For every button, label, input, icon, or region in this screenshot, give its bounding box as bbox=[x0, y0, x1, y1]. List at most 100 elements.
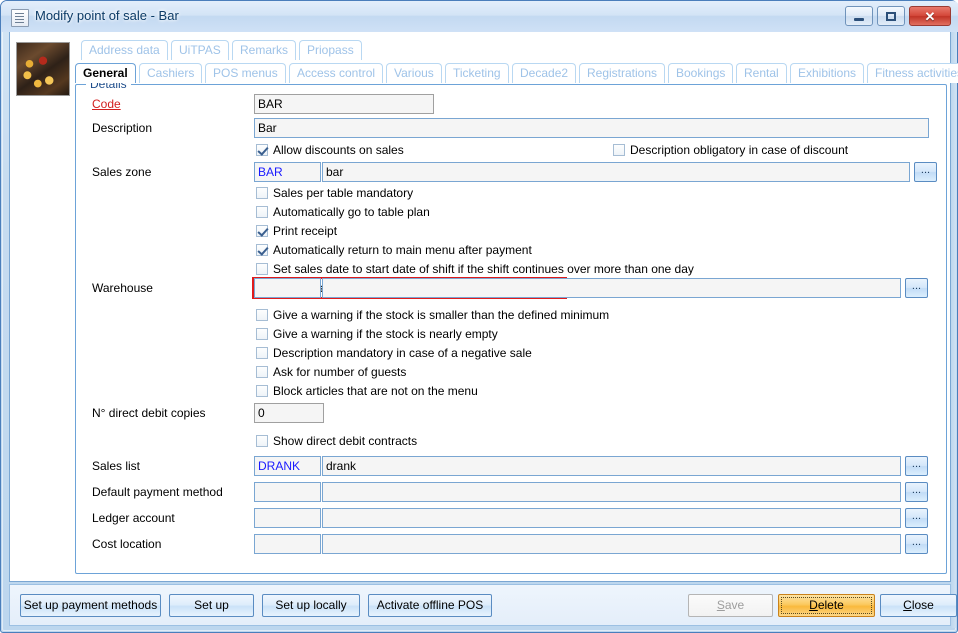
option-checkbox-0[interactable]: Sales per table mandatory bbox=[256, 186, 413, 200]
close-label: Close bbox=[903, 598, 934, 612]
code-label: Code bbox=[92, 97, 121, 111]
tab-address-data[interactable]: Address data bbox=[81, 40, 168, 60]
option-checkbox-1[interactable]: Automatically go to table plan bbox=[256, 205, 430, 219]
description-obligatory-checkbox[interactable]: Description obligatory in case of discou… bbox=[613, 143, 848, 157]
sales-list-browse-button[interactable]: ... bbox=[905, 456, 928, 476]
default-payment-method-code-input[interactable] bbox=[254, 482, 321, 502]
footer-button-set-up-payment-methods[interactable]: Set up payment methods bbox=[20, 594, 161, 617]
option-label: Print receipt bbox=[273, 224, 337, 238]
tab-cashiers[interactable]: Cashiers bbox=[139, 63, 202, 83]
checkbox-box bbox=[256, 187, 268, 199]
tab-label: Ticketing bbox=[453, 66, 501, 80]
ledger-account-label: Ledger account bbox=[92, 511, 175, 525]
minimize-icon bbox=[846, 7, 872, 25]
tab-row-primary: General Cashiers POS menus Access control Va… bbox=[75, 63, 947, 84]
sales-list-code-input[interactable]: DRANK bbox=[254, 456, 321, 476]
direct-debit-copies-input[interactable]: 0 bbox=[254, 403, 324, 423]
option-checkbox-3[interactable]: Automatically return to main menu after … bbox=[256, 243, 532, 257]
option-checkbox-4[interactable]: Set sales date to start date of shift if… bbox=[256, 262, 694, 276]
sales-zone-browse-button[interactable]: ... bbox=[914, 162, 937, 182]
option-checkbox-0[interactable]: Give a warning if the stock is smaller t… bbox=[256, 308, 609, 322]
option-label: Ask for number of guests bbox=[273, 365, 406, 379]
checkbox-box bbox=[256, 347, 268, 359]
tab-bookings[interactable]: Bookings bbox=[668, 63, 733, 83]
client-area: Address data UiTPAS Remarks Priopass Genera… bbox=[9, 32, 951, 582]
tab-label: POS menus bbox=[213, 66, 278, 80]
warehouse-browse-button[interactable]: ... bbox=[905, 278, 928, 298]
cost-location-name-input[interactable] bbox=[322, 534, 901, 554]
point-of-sale-thumbnail bbox=[16, 42, 70, 96]
tab-access-control[interactable]: Access control bbox=[289, 63, 383, 83]
option-checkbox-3[interactable]: Ask for number of guests bbox=[256, 365, 406, 379]
maximize-icon bbox=[878, 7, 904, 25]
close-window-button[interactable]: ✕ bbox=[909, 6, 951, 26]
default-payment-method-label: Default payment method bbox=[92, 485, 223, 499]
tab-label: Remarks bbox=[240, 43, 288, 57]
option-checkbox-2[interactable]: Description mandatory in case of a negat… bbox=[256, 346, 532, 360]
tab-fitness-activities[interactable]: Fitness activities bbox=[867, 63, 958, 83]
option-label: Set sales date to start date of shift if… bbox=[273, 262, 694, 276]
tab-label: Exhibitions bbox=[798, 66, 856, 80]
option-checkbox-4[interactable]: Block articles that are not on the menu bbox=[256, 384, 478, 398]
tab-uitpas[interactable]: UiTPAS bbox=[171, 40, 229, 60]
minimize-button[interactable] bbox=[845, 6, 873, 26]
show-direct-debit-label: Show direct debit contracts bbox=[273, 434, 417, 448]
window-title: Modify point of sale - Bar bbox=[35, 8, 179, 23]
default-payment-method-name-input[interactable] bbox=[322, 482, 901, 502]
cost-location-browse-button[interactable]: ... bbox=[905, 534, 928, 554]
ledger-account-browse-button[interactable]: ... bbox=[905, 508, 928, 528]
cost-location-label: Cost location bbox=[92, 537, 161, 551]
tab-remarks[interactable]: Remarks bbox=[232, 40, 296, 60]
cost-location-code-input[interactable] bbox=[254, 534, 321, 554]
checkbox-box bbox=[256, 225, 268, 237]
description-input[interactable]: Bar bbox=[254, 118, 929, 138]
sales-zone-code-input[interactable]: BAR bbox=[254, 162, 321, 182]
default-payment-method-browse-button[interactable]: ... bbox=[905, 482, 928, 502]
document-icon bbox=[11, 9, 29, 27]
option-label: Automatically go to table plan bbox=[273, 205, 430, 219]
tab-strip: Address data UiTPAS Remarks Priopass Genera… bbox=[75, 40, 947, 84]
close-button[interactable]: Close bbox=[880, 594, 957, 617]
ledger-account-code-input[interactable] bbox=[254, 508, 321, 528]
footer-button-activate-offline-pos[interactable]: Activate offline POS bbox=[368, 594, 492, 617]
tab-label: Access control bbox=[297, 66, 375, 80]
details-groupbox: Details Code BAR Description Bar Allow d… bbox=[75, 84, 947, 574]
code-input[interactable]: BAR bbox=[254, 94, 434, 114]
footer-button-set-up[interactable]: Set up bbox=[169, 594, 254, 617]
ledger-account-name-input[interactable] bbox=[322, 508, 901, 528]
tab-label: General bbox=[83, 66, 128, 80]
option-label: Give a warning if the stock is nearly em… bbox=[273, 327, 498, 341]
tab-pos-menus[interactable]: POS menus bbox=[205, 63, 286, 83]
option-label: Sales per table mandatory bbox=[273, 186, 413, 200]
save-label: Save bbox=[717, 598, 744, 612]
allow-discounts-checkbox[interactable]: Allow discounts on sales bbox=[256, 143, 404, 157]
tab-decade2[interactable]: Decade2 bbox=[512, 63, 576, 83]
tab-priopass[interactable]: Priopass bbox=[299, 40, 362, 60]
sales-zone-label: Sales zone bbox=[92, 165, 151, 179]
sales-list-name-input[interactable]: drank bbox=[322, 456, 901, 476]
maximize-button[interactable] bbox=[877, 6, 905, 26]
tab-label: Address data bbox=[89, 43, 160, 57]
show-direct-debit-checkbox[interactable]: Show direct debit contracts bbox=[256, 434, 417, 448]
tab-various[interactable]: Various bbox=[386, 63, 442, 83]
option-checkbox-2[interactable]: Print receipt bbox=[256, 224, 337, 238]
tab-registrations[interactable]: Registrations bbox=[579, 63, 665, 83]
tab-label: Bookings bbox=[676, 66, 725, 80]
tab-label: Rental bbox=[744, 66, 779, 80]
sales-zone-name-input[interactable]: bar bbox=[322, 162, 910, 182]
warehouse-name-input[interactable] bbox=[322, 278, 901, 298]
title-bar[interactable]: Modify point of sale - Bar ✕ bbox=[1, 1, 958, 32]
tab-general[interactable]: General bbox=[75, 63, 136, 83]
save-button[interactable]: Save bbox=[688, 594, 773, 617]
option-label: Description mandatory in case of a negat… bbox=[273, 346, 532, 360]
delete-button[interactable]: Delete bbox=[778, 594, 875, 617]
allow-discounts-label: Allow discounts on sales bbox=[273, 143, 404, 157]
checkbox-box bbox=[256, 244, 268, 256]
option-checkbox-1[interactable]: Give a warning if the stock is nearly em… bbox=[256, 327, 498, 341]
tab-exhibitions[interactable]: Exhibitions bbox=[790, 63, 864, 83]
warehouse-code-input[interactable] bbox=[254, 278, 321, 298]
tab-rental[interactable]: Rental bbox=[736, 63, 787, 83]
footer-button-set-up-locally[interactable]: Set up locally bbox=[262, 594, 360, 617]
tab-ticketing[interactable]: Ticketing bbox=[445, 63, 509, 83]
close-icon: ✕ bbox=[910, 7, 950, 25]
